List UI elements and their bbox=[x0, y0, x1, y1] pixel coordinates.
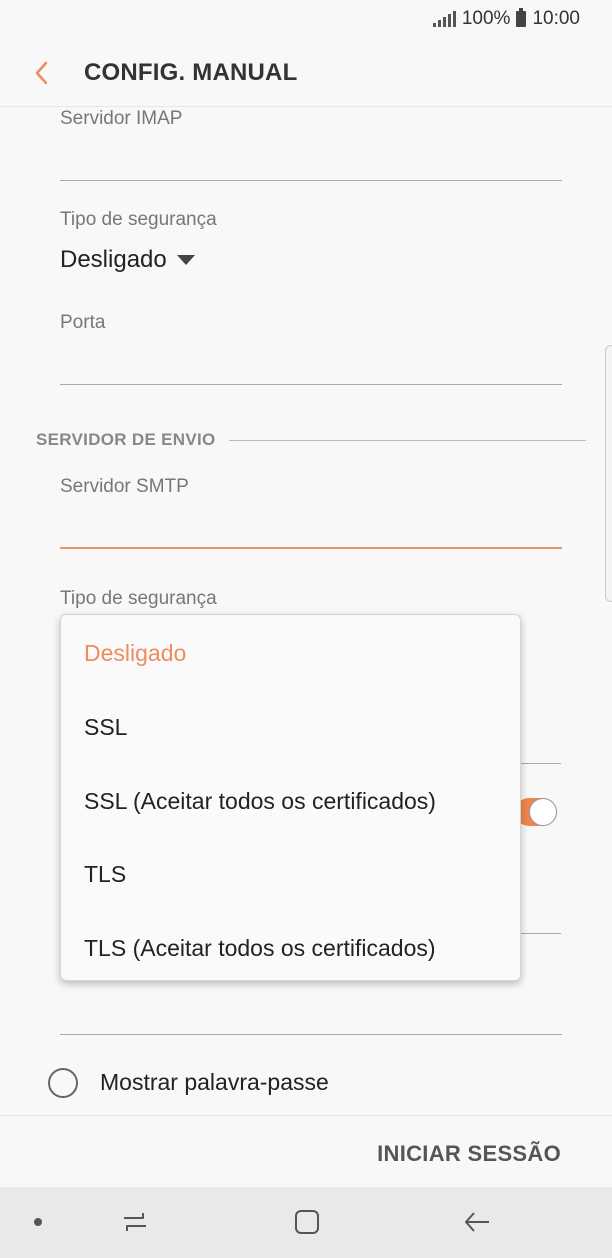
password-input[interactable] bbox=[60, 1034, 562, 1035]
incoming-security-value: Desligado bbox=[60, 246, 167, 273]
show-password-label: Mostrar palavra-passe bbox=[100, 1069, 329, 1095]
port-input[interactable] bbox=[60, 384, 562, 385]
bottom-action-bar: INICIAR SESSÃO bbox=[0, 1115, 612, 1188]
imap-server-input[interactable] bbox=[60, 180, 562, 181]
recent-apps-icon[interactable] bbox=[120, 1207, 150, 1237]
dropdown-arrow-icon bbox=[176, 255, 195, 265]
outgoing-section-title: SERVIDOR DE ENVIO bbox=[36, 430, 216, 449]
clock: 10:00 bbox=[532, 8, 580, 29]
menu-option-ssl[interactable]: SSL bbox=[84, 714, 127, 741]
home-icon[interactable] bbox=[292, 1207, 322, 1237]
menu-option-tls-all-certs[interactable]: TLS (Aceitar todos os certificados) bbox=[84, 935, 436, 962]
menu-option-tls[interactable]: TLS bbox=[84, 861, 126, 888]
port-label: Porta bbox=[60, 312, 106, 333]
imap-server-label: Servidor IMAP bbox=[60, 108, 183, 129]
security-type-menu: Desligado SSL SSL (Aceitar todos os cert… bbox=[60, 614, 521, 981]
back-nav-icon[interactable] bbox=[462, 1207, 492, 1237]
toggle-switch[interactable] bbox=[515, 798, 557, 826]
smtp-server-label: Servidor SMTP bbox=[60, 476, 189, 497]
signal-icon bbox=[432, 11, 456, 27]
incoming-security-dropdown[interactable]: Desligado bbox=[60, 246, 195, 274]
login-button[interactable]: INICIAR SESSÃO bbox=[377, 1141, 561, 1167]
navigation-bar bbox=[0, 1187, 612, 1258]
show-password-checkbox[interactable] bbox=[48, 1068, 78, 1098]
scrollbar-handle[interactable] bbox=[605, 345, 612, 602]
page-title: CONFIG. MANUAL bbox=[84, 59, 298, 86]
app-header: CONFIG. MANUAL bbox=[0, 40, 612, 107]
battery-icon bbox=[516, 8, 527, 27]
menu-option-ssl-all-certs[interactable]: SSL (Aceitar todos os certificados) bbox=[84, 788, 436, 815]
outgoing-security-label: Tipo de segurança bbox=[60, 588, 217, 609]
section-divider bbox=[229, 440, 586, 441]
status-indicators: 100% 10:00 bbox=[432, 8, 580, 30]
back-arrow-icon bbox=[35, 61, 48, 85]
battery-percent: 100% bbox=[461, 8, 511, 29]
menu-option-desligado[interactable]: Desligado bbox=[84, 640, 186, 667]
toggle-knob bbox=[529, 798, 557, 826]
smtp-server-input[interactable] bbox=[60, 547, 562, 549]
back-button[interactable] bbox=[26, 56, 60, 90]
incoming-security-label: Tipo de segurança bbox=[60, 209, 217, 230]
status-bar: 100% 10:00 bbox=[0, 0, 612, 40]
nav-dot-icon bbox=[34, 1218, 42, 1226]
